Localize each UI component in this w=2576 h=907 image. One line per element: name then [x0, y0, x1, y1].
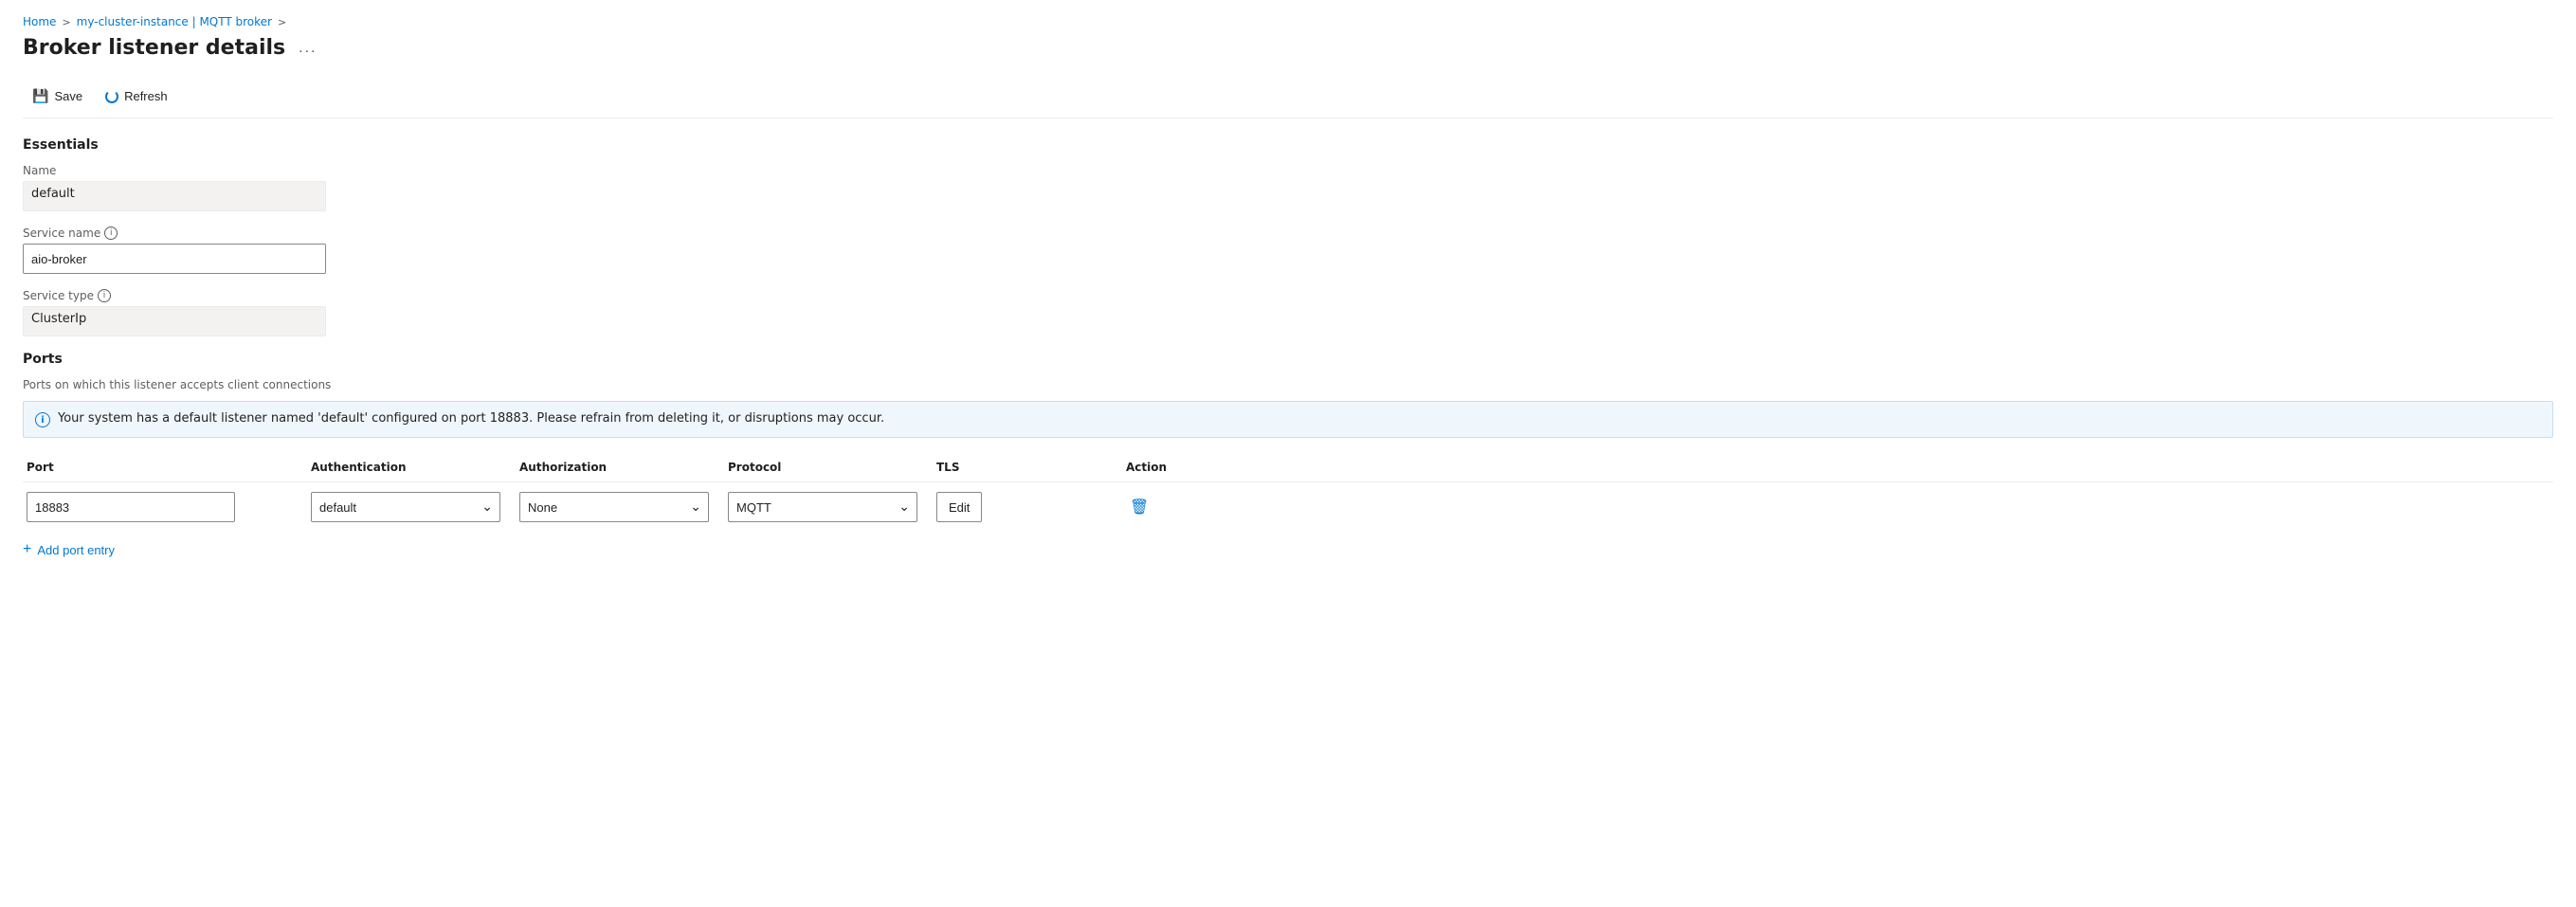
ports-title: Ports	[23, 352, 2553, 367]
service-name-input[interactable]	[23, 244, 326, 274]
table-row: default None MQTT Edit	[23, 486, 2553, 528]
ports-info-banner: i Your system has a default listener nam…	[23, 401, 2553, 438]
add-icon: +	[23, 541, 31, 558]
service-type-value: ClusterIp	[23, 306, 326, 336]
name-label: Name	[23, 164, 2553, 177]
service-type-info-icon: i	[98, 289, 111, 302]
page-title: Broker listener details	[23, 36, 285, 60]
refresh-button[interactable]: Refresh	[96, 83, 177, 109]
refresh-icon	[105, 90, 118, 103]
breadcrumb-home[interactable]: Home	[23, 15, 56, 28]
add-port-button[interactable]: + Add port entry	[23, 535, 115, 564]
save-button[interactable]: 💾 Save	[23, 82, 92, 110]
page-header: Broker listener details ...	[23, 36, 2553, 60]
service-type-field-group: Service type i ClusterIp	[23, 289, 2553, 336]
save-icon: 💾	[32, 88, 48, 104]
protocol-select-wrapper: MQTT	[728, 492, 917, 522]
info-banner-icon: i	[35, 412, 50, 427]
delete-row-button[interactable]: 🗑	[1126, 494, 1152, 520]
authentication-select[interactable]: default	[311, 492, 500, 522]
protocol-cell: MQTT	[724, 492, 933, 522]
essentials-section: Essentials Name default Service name i S…	[23, 137, 2553, 336]
delete-icon: 🗑	[1130, 499, 1149, 516]
more-options-button[interactable]: ...	[293, 38, 322, 59]
page-container: Home > my-cluster-instance | MQTT broker…	[0, 0, 2576, 579]
save-label: Save	[54, 89, 82, 103]
breadcrumb-sep-1: >	[62, 16, 70, 28]
service-name-label: Service name i	[23, 227, 2553, 240]
name-field-group: Name default	[23, 164, 2553, 211]
ports-table-header: Port Authentication Authorization Protoc…	[23, 453, 2553, 482]
breadcrumb-cluster[interactable]: my-cluster-instance | MQTT broker	[77, 15, 272, 28]
service-type-label: Service type i	[23, 289, 2553, 302]
ports-subtitle: Ports on which this listener accepts cli…	[23, 378, 2553, 391]
authentication-select-wrapper: default	[311, 492, 500, 522]
col-header-protocol: Protocol	[724, 461, 933, 474]
authorization-select-wrapper: None	[519, 492, 709, 522]
ports-section: Ports Ports on which this listener accep…	[23, 352, 2553, 564]
breadcrumb: Home > my-cluster-instance | MQTT broker…	[23, 15, 2553, 28]
authorization-cell: None	[516, 492, 724, 522]
port-input[interactable]	[27, 492, 235, 522]
toolbar: 💾 Save Refresh	[23, 75, 2553, 118]
col-header-authentication: Authentication	[307, 461, 516, 474]
breadcrumb-sep-2: >	[278, 16, 286, 28]
col-header-tls: TLS	[933, 461, 1122, 474]
info-banner-text: Your system has a default listener named…	[58, 411, 884, 426]
refresh-label: Refresh	[124, 89, 168, 103]
authorization-select[interactable]: None	[519, 492, 709, 522]
tls-cell: Edit	[933, 492, 1122, 522]
protocol-select[interactable]: MQTT	[728, 492, 917, 522]
name-value: default	[23, 181, 326, 211]
port-cell	[23, 492, 307, 522]
authentication-cell: default	[307, 492, 516, 522]
col-header-authorization: Authorization	[516, 461, 724, 474]
action-cell: 🗑	[1122, 494, 1198, 520]
service-name-field-group: Service name i	[23, 227, 2553, 274]
add-port-label: Add port entry	[37, 543, 115, 557]
col-header-action: Action	[1122, 461, 1198, 474]
tls-edit-button[interactable]: Edit	[936, 492, 982, 522]
col-header-port: Port	[23, 461, 307, 474]
service-name-info-icon: i	[104, 227, 118, 240]
essentials-title: Essentials	[23, 137, 2553, 153]
